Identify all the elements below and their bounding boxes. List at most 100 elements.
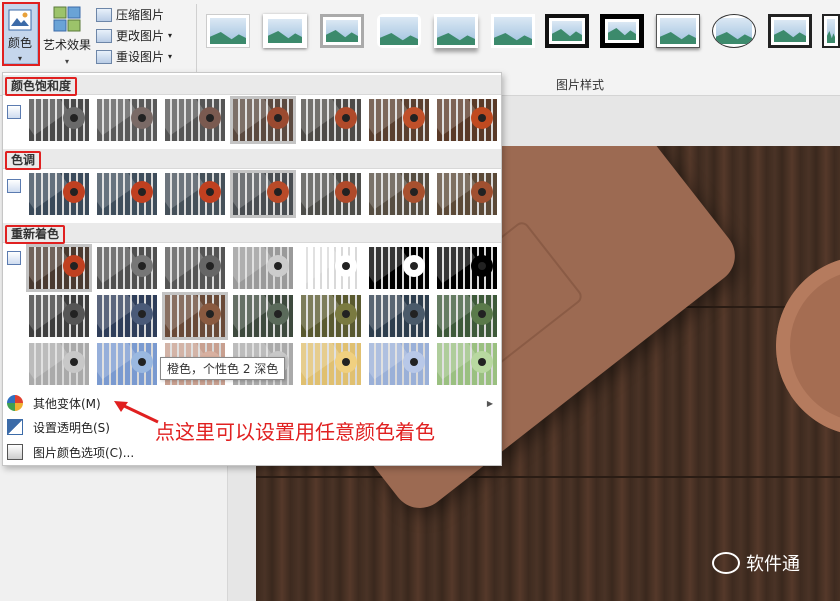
change-picture-button[interactable]: 更改图片 ▾ <box>96 25 196 46</box>
coffee-cup-shape <box>267 255 289 277</box>
color-dropdown-menu: 颜色饱和度 色调 重新着色 其他变体(M) ▶ 设置透明色(S) 图片颜色选项(… <box>2 72 502 466</box>
coffee-cup-shape <box>63 107 85 129</box>
color-variant-thumbnail[interactable] <box>29 343 89 385</box>
coffee-cup-shape <box>267 303 289 325</box>
color-variant-thumbnail[interactable] <box>437 173 497 215</box>
color-variant-thumbnail[interactable] <box>165 173 225 215</box>
color-variant-thumbnail[interactable] <box>369 247 429 289</box>
coffee-cup-shape <box>335 303 357 325</box>
reset-label: 重设图片 <box>116 50 165 64</box>
color-variant-thumbnail[interactable] <box>97 173 157 215</box>
picture-style-thumb[interactable] <box>822 14 840 48</box>
tone-section-header: 色调 <box>3 149 501 170</box>
coffee-cup-shape <box>63 255 85 277</box>
color-variant-thumbnail[interactable] <box>165 99 225 141</box>
picture-style-thumb[interactable] <box>206 14 250 48</box>
coffee-cup-shape <box>471 181 493 203</box>
picture-style-thumb[interactable] <box>434 14 478 48</box>
menu-label: 图片颜色选项(C)... <box>33 445 135 460</box>
picture-style-thumb[interactable] <box>491 14 535 48</box>
menu-label: 其他变体(M) <box>33 396 101 411</box>
picture-style-thumb[interactable] <box>600 14 644 48</box>
section-title: 色调 <box>5 151 42 170</box>
color-variant-thumbnail[interactable] <box>437 247 497 289</box>
coffee-cup-shape <box>403 351 425 373</box>
coffee-cup-shape <box>403 303 425 325</box>
color-variant-thumbnail[interactable] <box>369 99 429 141</box>
color-variant-thumbnail[interactable] <box>301 295 361 337</box>
tone-row-icon <box>7 179 21 193</box>
color-variant-thumbnail[interactable] <box>233 295 293 337</box>
color-variant-thumbnail[interactable] <box>369 173 429 215</box>
thumbnail-tooltip: 橙色，个性色 2 深色 <box>160 357 286 380</box>
chevron-down-icon: ▾ <box>168 52 173 61</box>
color-variant-thumbnail[interactable] <box>301 247 361 289</box>
color-variant-thumbnail[interactable] <box>29 173 89 215</box>
coffee-cup-shape <box>471 351 493 373</box>
picture-style-thumb[interactable] <box>545 14 589 48</box>
watermark-text: 软件通 <box>746 554 800 575</box>
chevron-down-icon: ▾ <box>64 57 69 66</box>
coffee-cup-shape <box>199 255 221 277</box>
color-variant-thumbnail[interactable] <box>437 343 497 385</box>
coffee-cup-shape <box>471 107 493 129</box>
chevron-down-icon: ▾ <box>168 31 173 40</box>
color-variant-thumbnail[interactable] <box>29 295 89 337</box>
color-variant-thumbnail[interactable] <box>230 96 296 144</box>
change-label: 更改图片 <box>116 29 165 43</box>
color-variant-thumbnail[interactable] <box>97 343 157 385</box>
picture-style-thumb[interactable] <box>263 14 307 48</box>
color-variant-thumbnail[interactable] <box>233 247 293 289</box>
coffee-cup-shape <box>199 181 221 203</box>
color-variant-thumbnail[interactable] <box>26 244 92 292</box>
change-picture-icon <box>96 28 112 43</box>
coffee-cup-shape <box>403 255 425 277</box>
reset-picture-button[interactable]: 重设图片 ▾ <box>96 46 196 67</box>
recolor-row-icon <box>7 251 21 265</box>
color-variant-thumbnail[interactable] <box>165 247 225 289</box>
art-effects-icon <box>53 6 81 32</box>
more-variations-item[interactable]: 其他变体(M) ▶ <box>3 392 501 414</box>
picture-style-thumb[interactable] <box>712 14 756 48</box>
coffee-cup-shape <box>131 351 153 373</box>
color-variant-thumbnail[interactable] <box>437 295 497 337</box>
color-variant-thumbnail[interactable] <box>301 173 361 215</box>
coffee-cup-shape <box>403 181 425 203</box>
coffee-cup-shape <box>335 107 357 129</box>
color-variant-thumbnail[interactable] <box>97 247 157 289</box>
coffee-cup-shape <box>403 107 425 129</box>
coffee-cup-shape <box>335 181 357 203</box>
coffee-cup-shape <box>63 303 85 325</box>
saturation-section-header: 颜色饱和度 <box>3 75 501 96</box>
chevron-right-icon: ▶ <box>486 398 493 408</box>
color-variant-thumbnail[interactable] <box>301 99 361 141</box>
coffee-cup-shape <box>335 255 357 277</box>
wechat-icon <box>712 552 740 574</box>
highlight-box-color-button <box>2 2 40 66</box>
color-variant-thumbnail[interactable] <box>97 99 157 141</box>
color-variant-thumbnail[interactable] <box>230 170 296 218</box>
color-variant-thumbnail[interactable] <box>301 343 361 385</box>
picture-style-thumb[interactable] <box>768 14 812 48</box>
color-variant-thumbnail[interactable] <box>97 295 157 337</box>
art-effects-label: 艺术效果 <box>42 38 91 52</box>
compress-icon <box>96 7 112 22</box>
art-effects-button[interactable]: 艺术效果 ▾ <box>42 4 92 66</box>
color-variant-thumbnail[interactable] <box>369 295 429 337</box>
picture-style-thumb[interactable] <box>377 14 421 48</box>
color-variant-thumbnail[interactable] <box>29 99 89 141</box>
coffee-cup-shape <box>267 181 289 203</box>
picture-style-thumb[interactable] <box>656 14 700 48</box>
compress-pictures-button[interactable]: 压缩图片 <box>96 4 196 25</box>
coffee-cup-shape <box>131 107 153 129</box>
paint-bucket-icon <box>7 444 23 460</box>
annotation-text: 点这里可以设置用任意颜色着色 <box>155 420 435 444</box>
picture-style-thumb[interactable] <box>320 14 364 48</box>
color-variant-thumbnail[interactable] <box>369 343 429 385</box>
coffee-cup-shape <box>131 181 153 203</box>
color-variant-thumbnail[interactable] <box>437 99 497 141</box>
color-variant-thumbnail[interactable] <box>162 292 228 340</box>
saturation-row-icon <box>7 105 21 119</box>
coffee-cup-shape <box>63 351 85 373</box>
picture-adjust-group: 压缩图片 更改图片 ▾ 重设图片 ▾ <box>96 4 196 67</box>
